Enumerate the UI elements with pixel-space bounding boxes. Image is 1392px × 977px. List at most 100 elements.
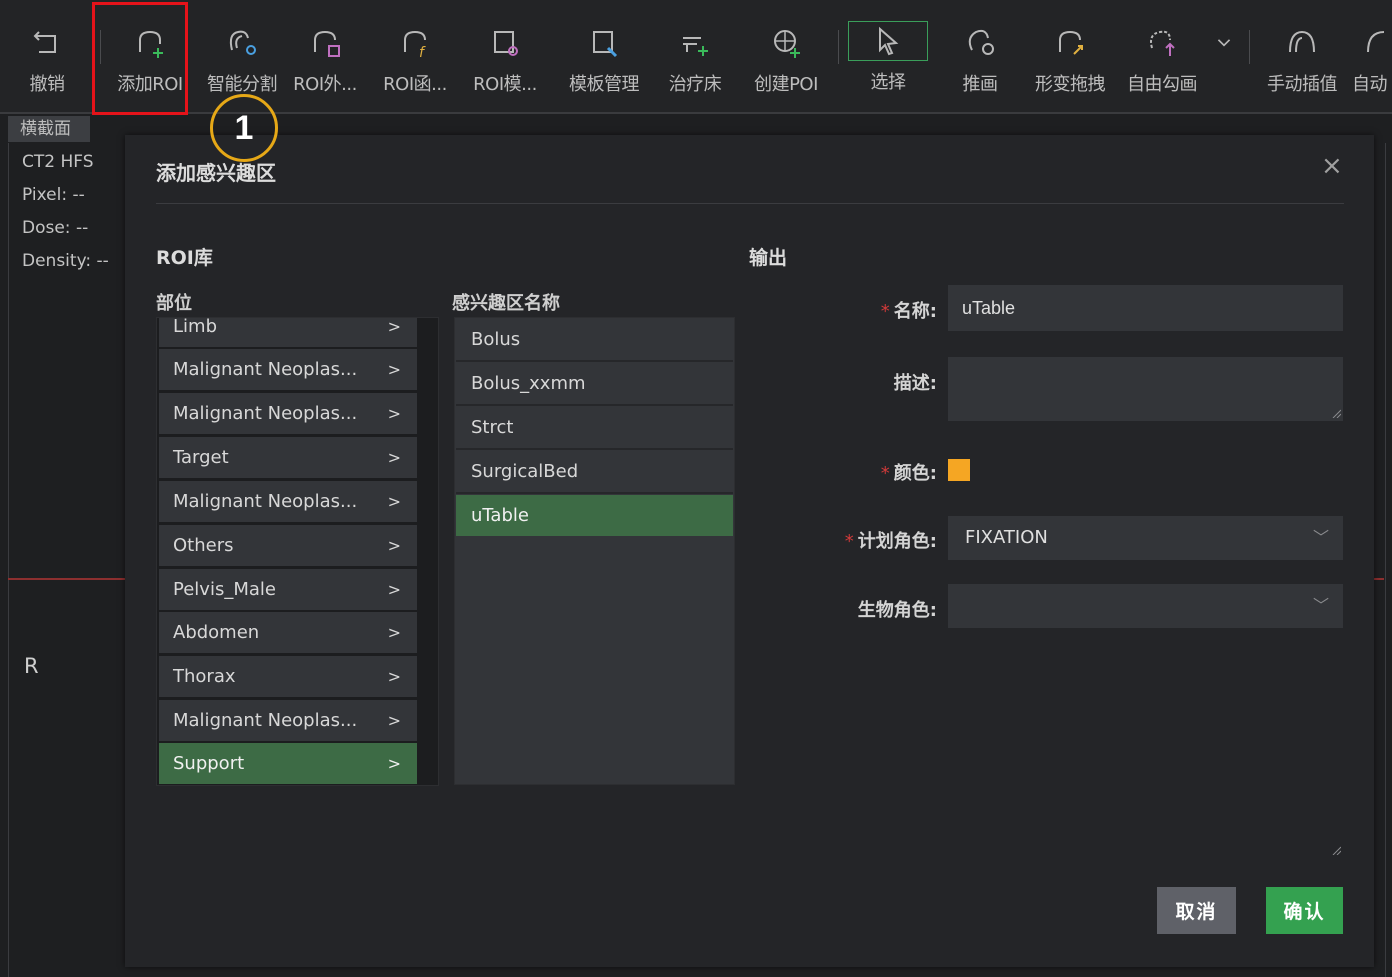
roi-item-surgicalbed[interactable]: SurgicalBed: [456, 451, 733, 494]
description-textarea[interactable]: [948, 357, 1343, 421]
density-info: Density: --: [22, 251, 109, 271]
push-draw-button[interactable]: 推画: [945, 0, 1015, 112]
template-manage-button[interactable]: 模板管理: [562, 0, 646, 112]
chevron-right-icon: >: [387, 360, 401, 379]
required-mark: *: [880, 463, 890, 484]
deform-drag-button[interactable]: 形变拖拽: [1028, 0, 1112, 112]
part-item-label: Malignant Neoplas...: [173, 403, 358, 424]
svg-text:f: f: [419, 45, 426, 60]
roi-outer-icon: [305, 22, 345, 62]
roi-function-button[interactable]: f ROI函...: [380, 0, 450, 112]
part-item-label: Malignant Neoplas...: [173, 491, 358, 512]
part-item-abdomen[interactable]: Abdomen >: [159, 612, 417, 653]
part-item-others[interactable]: Others >: [159, 525, 417, 566]
couch-label: 治疗床: [668, 74, 722, 95]
part-item-label: Limb: [173, 317, 217, 337]
part-item-thorax[interactable]: Thorax >: [159, 656, 417, 697]
part-item-label: Target: [173, 447, 229, 468]
close-icon[interactable]: ×: [1321, 151, 1343, 181]
confirm-button[interactable]: 确认: [1266, 887, 1343, 934]
resize-handle-icon[interactable]: [1331, 845, 1341, 855]
output-heading: 输出: [749, 247, 788, 269]
roi-item-bolus-xxmm[interactable]: Bolus_xxmm: [456, 363, 733, 406]
roi-name-heading: 感兴趣区名称: [452, 293, 560, 314]
add-roi-label: 添加ROI: [117, 74, 183, 95]
color-swatch[interactable]: [948, 459, 970, 481]
select-cursor-icon: [848, 21, 928, 61]
roi-item-bolus[interactable]: Bolus: [456, 319, 733, 362]
pixel-info: Pixel: --: [22, 185, 85, 205]
name-label: * 名称:: [825, 297, 937, 323]
smart-segment-label: 智能分割: [207, 74, 278, 95]
part-item-label: Others: [173, 535, 234, 556]
cancel-button[interactable]: 取消: [1157, 887, 1236, 934]
template-manage-icon: [584, 22, 624, 62]
name-input[interactable]: [948, 285, 1343, 331]
roi-item-strct[interactable]: Strct: [456, 407, 733, 450]
roi-outer-button[interactable]: ROI外...: [290, 0, 360, 112]
push-draw-icon: [960, 22, 1000, 62]
series-info: CT2 HFS: [22, 152, 94, 172]
part-item-pelvis-male[interactable]: Pelvis_Male >: [159, 569, 417, 610]
more-tools-dropdown[interactable]: [1206, 0, 1242, 112]
couch-button[interactable]: 治疗床: [660, 0, 730, 112]
add-roi-button[interactable]: 添加ROI: [110, 0, 190, 112]
dose-info: Dose: --: [22, 218, 89, 238]
orientation-label: R: [24, 654, 39, 678]
part-item-malignant-4[interactable]: Malignant Neoplas... >: [159, 700, 417, 741]
free-draw-button[interactable]: 自由勾画: [1120, 0, 1204, 112]
crosshair-line-left: [8, 578, 126, 580]
part-item-label: Malignant Neoplas...: [173, 710, 358, 731]
auto-icon: [1352, 22, 1392, 62]
required-mark: *: [844, 531, 854, 552]
roi-item-utable[interactable]: uTable: [456, 495, 733, 536]
select-button[interactable]: 选择: [848, 0, 928, 112]
part-item-target[interactable]: Target >: [159, 437, 417, 478]
chevron-right-icon: >: [387, 580, 401, 599]
smart-segment-icon: [222, 22, 262, 62]
chevron-right-icon: >: [387, 623, 401, 642]
chevron-right-icon: >: [387, 754, 401, 773]
free-draw-label: 自由勾画: [1127, 74, 1198, 95]
part-item-support[interactable]: Support >: [159, 743, 417, 784]
add-roi-dialog: 添加感兴趣区 × ROI库 输出 部位 感兴趣区名称 Limb > Maligna…: [125, 135, 1374, 967]
couch-icon: [675, 22, 715, 62]
template-manage-label: 模板管理: [569, 74, 640, 95]
part-item-malignant-3[interactable]: Malignant Neoplas... >: [159, 481, 417, 522]
roi-name-list: Bolus Bolus_xxmm Strct SurgicalBed uTabl…: [454, 317, 735, 785]
step-number-badge: 1: [210, 94, 278, 162]
part-item-limb[interactable]: Limb >: [159, 317, 417, 347]
chevron-right-icon: >: [387, 667, 401, 686]
bio-role-select[interactable]: ﹀: [948, 584, 1343, 628]
plan-role-label-text: 计划角色:: [857, 531, 937, 552]
roi-template-button[interactable]: ROI模...: [470, 0, 540, 112]
plan-role-select[interactable]: FIXATION ﹀: [948, 516, 1343, 560]
resize-handle-icon[interactable]: [1331, 408, 1341, 418]
desc-label: 描述:: [893, 373, 937, 394]
roi-function-label: ROI函...: [383, 74, 447, 95]
undo-button[interactable]: 撤销: [14, 0, 80, 112]
chevron-right-icon: >: [387, 448, 401, 467]
chevron-down-icon: ﹀: [1312, 596, 1329, 615]
create-poi-button[interactable]: 创建POI: [746, 0, 826, 112]
chevron-right-icon: >: [387, 711, 401, 730]
auto-button[interactable]: 自动: [1352, 0, 1392, 112]
roi-library-heading: ROI库: [156, 247, 213, 269]
create-poi-icon: [766, 22, 806, 62]
view-tab-axial[interactable]: 横截面: [8, 116, 90, 142]
part-item-label: Abdomen: [173, 622, 260, 643]
manual-interp-button[interactable]: 手动插值: [1260, 0, 1344, 112]
chevron-right-icon: >: [387, 536, 401, 555]
part-item-malignant-2[interactable]: Malignant Neoplas... >: [159, 393, 417, 434]
free-draw-icon: [1142, 22, 1182, 62]
part-heading: 部位: [156, 293, 192, 314]
roi-function-icon: f: [395, 22, 435, 62]
part-item-label: Pelvis_Male: [173, 579, 276, 600]
name-label-text: 名称:: [893, 301, 937, 322]
plan-role-value: FIXATION: [965, 527, 1048, 548]
plan-role-label: * 计划角色:: [785, 527, 937, 553]
undo-icon: [27, 22, 67, 62]
part-item-label: Support: [173, 753, 245, 774]
part-item-label: Malignant Neoplas...: [173, 359, 358, 380]
part-item-malignant-1[interactable]: Malignant Neoplas... >: [159, 349, 417, 390]
